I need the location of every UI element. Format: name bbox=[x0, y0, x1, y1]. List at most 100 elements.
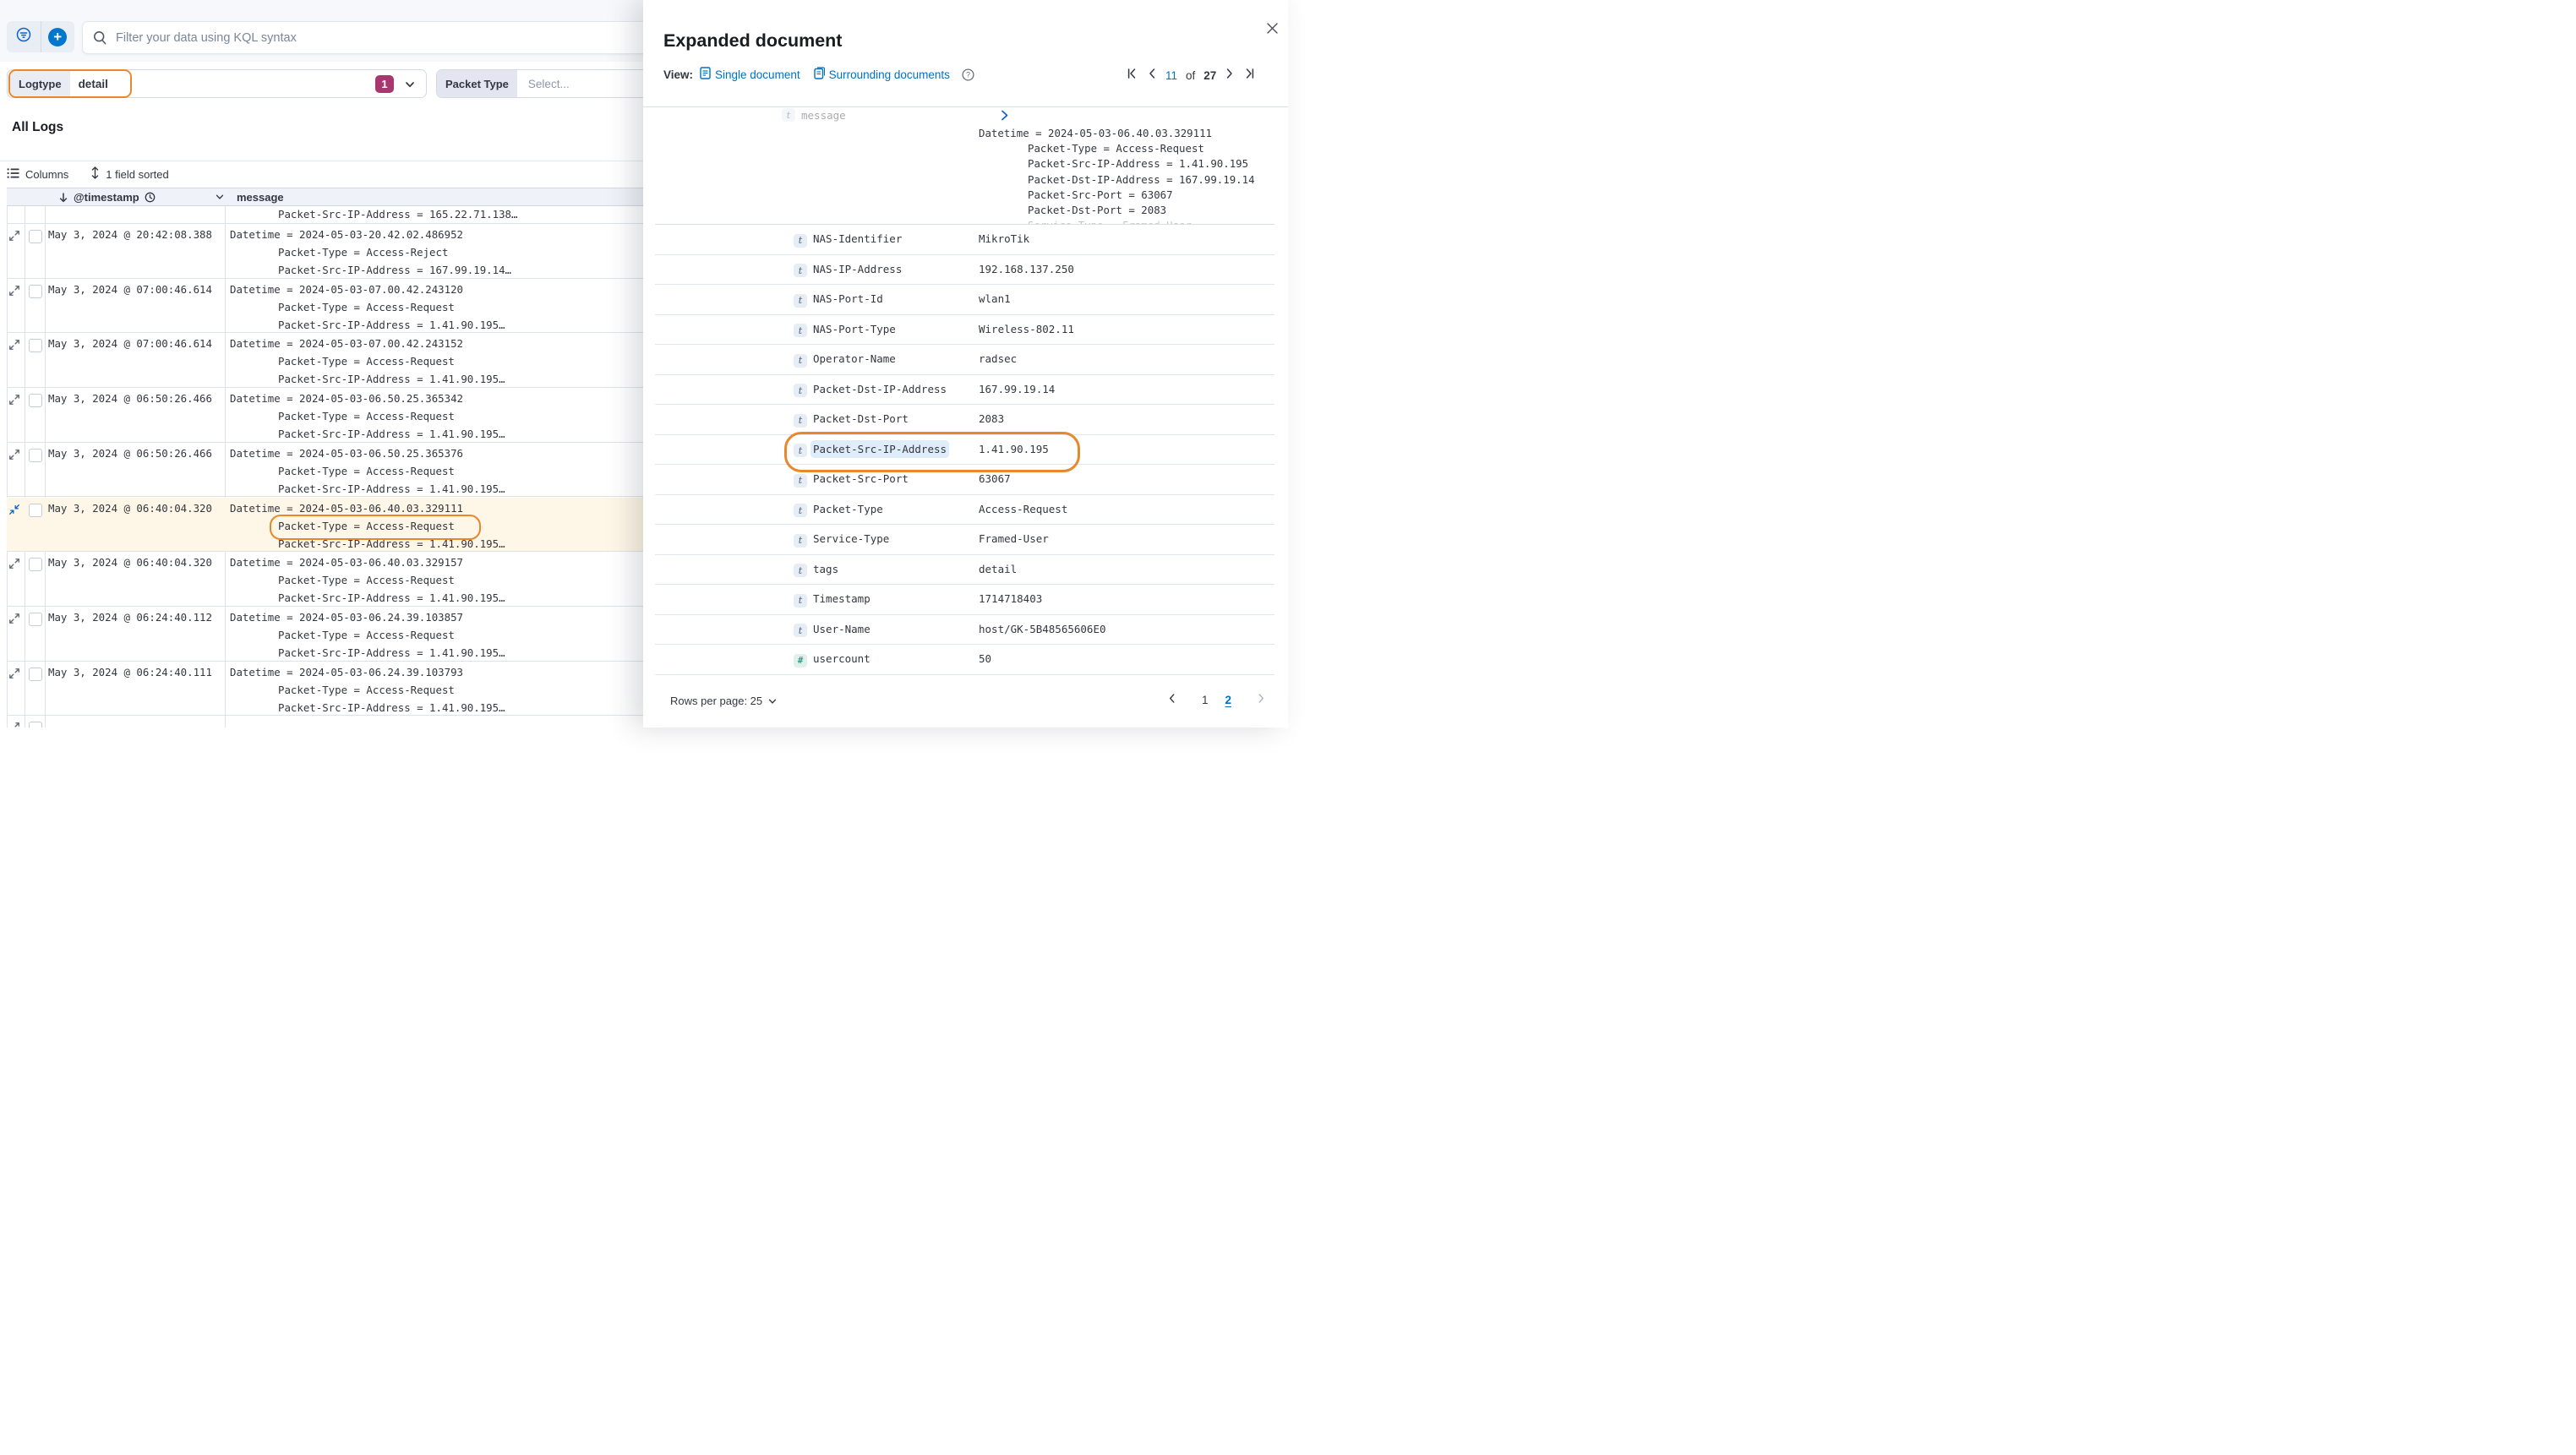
rows-per-page-button[interactable]: Rows per page: 25 bbox=[670, 695, 778, 707]
next-page-icon[interactable] bbox=[1225, 68, 1235, 84]
help-icon[interactable]: ? bbox=[962, 68, 974, 81]
field-row-Packet-Type[interactable]: t Packet-Type Access-Request bbox=[655, 495, 1274, 526]
message-line: Packet-Src-IP-Address = 167.99.19.14… bbox=[278, 264, 511, 276]
log-table-row[interactable]: May 3, 2024 @ 06:24:40.112 Datetime = 20… bbox=[7, 607, 668, 662]
last-page-icon[interactable] bbox=[1243, 68, 1255, 84]
field-row-User-Name[interactable]: t User-Name host/GK-5B48565606E0 bbox=[655, 615, 1274, 646]
page-number-2[interactable]: 2 bbox=[1225, 694, 1231, 706]
row-timestamp: May 3, 2024 @ 06:24:40.112 bbox=[48, 611, 212, 624]
row-checkbox[interactable] bbox=[29, 449, 42, 462]
field-name: Packet-Dst-Port bbox=[813, 412, 909, 425]
field-row-tags[interactable]: t tags detail bbox=[655, 555, 1274, 586]
page-number-1[interactable]: 1 bbox=[1202, 694, 1209, 706]
field-row-usercount[interactable]: # usercount 50 bbox=[655, 645, 1274, 675]
chevron-down-icon[interactable] bbox=[404, 79, 416, 95]
field-name: tags bbox=[813, 563, 838, 575]
documents-icon bbox=[814, 67, 825, 82]
field-row-NAS-Port-Type[interactable]: t NAS-Port-Type Wireless-802.11 bbox=[655, 315, 1274, 346]
expand-document-icon[interactable] bbox=[8, 668, 22, 681]
row-checkbox[interactable] bbox=[29, 613, 42, 626]
message-value-line: Packet-Dst-IP-Address = 167.99.19.14 bbox=[1028, 173, 1255, 186]
message-value-line: Packet-Src-Port = 63067 bbox=[1028, 188, 1173, 201]
close-icon[interactable] bbox=[1266, 22, 1280, 35]
field-row-NAS-Port-Id[interactable]: t NAS-Port-Id wlan1 bbox=[655, 285, 1274, 315]
surrounding-documents-label: Surrounding documents bbox=[829, 68, 950, 81]
message-line: Datetime = 2024-05-03-06.40.03.329157 bbox=[230, 556, 463, 569]
kql-search-input[interactable]: Filter your data using KQL syntax bbox=[82, 21, 675, 54]
expand-document-icon[interactable] bbox=[8, 285, 22, 298]
expand-document-icon[interactable] bbox=[8, 339, 22, 352]
expand-document-icon[interactable] bbox=[8, 613, 22, 626]
message-value-line: Service-Type = Framed-User bbox=[1028, 219, 1192, 225]
field-row-NAS-IP-Address[interactable]: t NAS-IP-Address 192.168.137.250 bbox=[655, 255, 1274, 286]
message-line: Packet-Src-IP-Address = 1.41.90.195… bbox=[278, 482, 505, 495]
field-row-Packet-Dst-IP-Address[interactable]: t Packet-Dst-IP-Address 167.99.19.14 bbox=[655, 375, 1274, 406]
log-table-row[interactable]: May 3, 2024 @ 06:24:40.111 Datetime = 20… bbox=[7, 662, 668, 717]
field-row-Packet-Dst-Port[interactable]: t Packet-Dst-Port 2083 bbox=[655, 405, 1274, 435]
clock-icon bbox=[145, 192, 156, 203]
log-table-row[interactable]: May 3, 2024 @ 06:40:04.320 Datetime = 20… bbox=[7, 498, 668, 553]
row-timestamp: May 3, 2024 @ 07:00:46.614 bbox=[48, 283, 212, 296]
text-field-type-icon: t bbox=[794, 474, 807, 488]
collapse-value-chevron-icon[interactable] bbox=[999, 109, 1010, 126]
single-document-link[interactable]: Single document bbox=[700, 67, 800, 82]
search-placeholder: Filter your data using KQL syntax bbox=[116, 31, 297, 45]
view-switcher: View: Single document Surrounding docume… bbox=[663, 66, 974, 83]
columns-button[interactable]: Columns bbox=[7, 167, 68, 182]
log-row-partial[interactable]: Packet-Src-IP-Address = 165.22.71.138… bbox=[7, 206, 668, 224]
message-column-label: message bbox=[237, 191, 284, 204]
log-table-row[interactable]: May 3, 2024 @ 06:40:04.320 Datetime = 20… bbox=[7, 552, 668, 607]
row-checkbox[interactable] bbox=[29, 504, 42, 517]
log-table-row[interactable]: May 3, 2024 @ 06:50:26.466 Datetime = 20… bbox=[7, 443, 668, 498]
first-page-icon[interactable] bbox=[1127, 68, 1138, 84]
row-checkbox[interactable] bbox=[29, 230, 42, 243]
add-filter-button[interactable]: + bbox=[41, 21, 75, 52]
search-icon bbox=[93, 30, 107, 45]
message-column-header[interactable]: message bbox=[232, 188, 284, 205]
field-row-Timestamp[interactable]: t Timestamp 1714718403 bbox=[655, 585, 1274, 615]
expand-document-icon[interactable] bbox=[8, 558, 22, 571]
field-row-Packet-Src-IP-Address[interactable]: t Packet-Src-IP-Address 1.41.90.195 bbox=[655, 435, 1274, 466]
message-value-line: Datetime = 2024-05-03-06.40.03.329111 bbox=[979, 127, 1212, 139]
sort-arrows-icon bbox=[90, 166, 100, 182]
page-title: All Logs bbox=[12, 120, 63, 135]
message-line: Packet-Type = Access-Request bbox=[278, 355, 455, 368]
column-menu-chevron-icon[interactable] bbox=[215, 192, 225, 202]
field-name: NAS-Port-Type bbox=[813, 323, 896, 335]
row-timestamp: May 3, 2024 @ 06:50:26.466 bbox=[48, 392, 212, 405]
row-checkbox[interactable] bbox=[29, 722, 42, 728]
field-row-Service-Type[interactable]: t Service-Type Framed-User bbox=[655, 525, 1274, 555]
flyout-footer: Rows per page: 25 1 2 bbox=[643, 683, 1288, 728]
expand-document-icon[interactable] bbox=[8, 230, 22, 243]
logtype-filter-value[interactable]: detail bbox=[70, 71, 130, 96]
row-timestamp: May 3, 2024 @ 06:50:26.466 bbox=[48, 447, 212, 460]
log-row-partial[interactable] bbox=[7, 716, 668, 728]
row-checkbox[interactable] bbox=[29, 339, 42, 352]
log-table: Packet-Src-IP-Address = 165.22.71.138… M… bbox=[7, 206, 668, 728]
field-row-Operator-Name[interactable]: t Operator-Name radsec bbox=[655, 345, 1274, 375]
prev-page-icon[interactable] bbox=[1147, 68, 1157, 84]
timestamp-column-header[interactable]: @timestamp bbox=[52, 188, 232, 205]
prev-page-icon[interactable] bbox=[1167, 693, 1176, 708]
row-checkbox[interactable] bbox=[29, 285, 42, 298]
row-checkbox[interactable] bbox=[29, 668, 42, 681]
sort-fields-button[interactable]: 1 field sorted bbox=[90, 166, 168, 182]
packet-type-annotation-ring bbox=[270, 515, 481, 540]
expand-document-icon[interactable] bbox=[8, 449, 22, 462]
expand-document-icon[interactable] bbox=[8, 394, 22, 407]
log-table-row[interactable]: May 3, 2024 @ 20:42:08.388 Datetime = 20… bbox=[7, 224, 668, 279]
surrounding-documents-link[interactable]: Surrounding documents bbox=[814, 67, 950, 82]
next-page-icon[interactable] bbox=[1257, 693, 1266, 708]
field-row-NAS-Identifier[interactable]: t NAS-Identifier MikroTik bbox=[655, 225, 1274, 255]
message-line: Packet-Type = Access-Request bbox=[278, 410, 455, 422]
row-checkbox[interactable] bbox=[29, 558, 42, 571]
log-table-row[interactable]: May 3, 2024 @ 06:50:26.466 Datetime = 20… bbox=[7, 388, 668, 443]
log-table-row[interactable]: May 3, 2024 @ 07:00:46.614 Datetime = 20… bbox=[7, 333, 668, 388]
packet-type-select[interactable]: Select... bbox=[528, 78, 570, 90]
log-table-row[interactable]: May 3, 2024 @ 07:00:46.614 Datetime = 20… bbox=[7, 279, 668, 334]
minimize-document-icon[interactable] bbox=[8, 504, 22, 517]
expand-document-icon[interactable] bbox=[8, 722, 22, 728]
saved-query-menu-button[interactable] bbox=[7, 21, 41, 52]
row-checkbox[interactable] bbox=[29, 394, 42, 407]
message-field-label: t message bbox=[782, 108, 846, 122]
